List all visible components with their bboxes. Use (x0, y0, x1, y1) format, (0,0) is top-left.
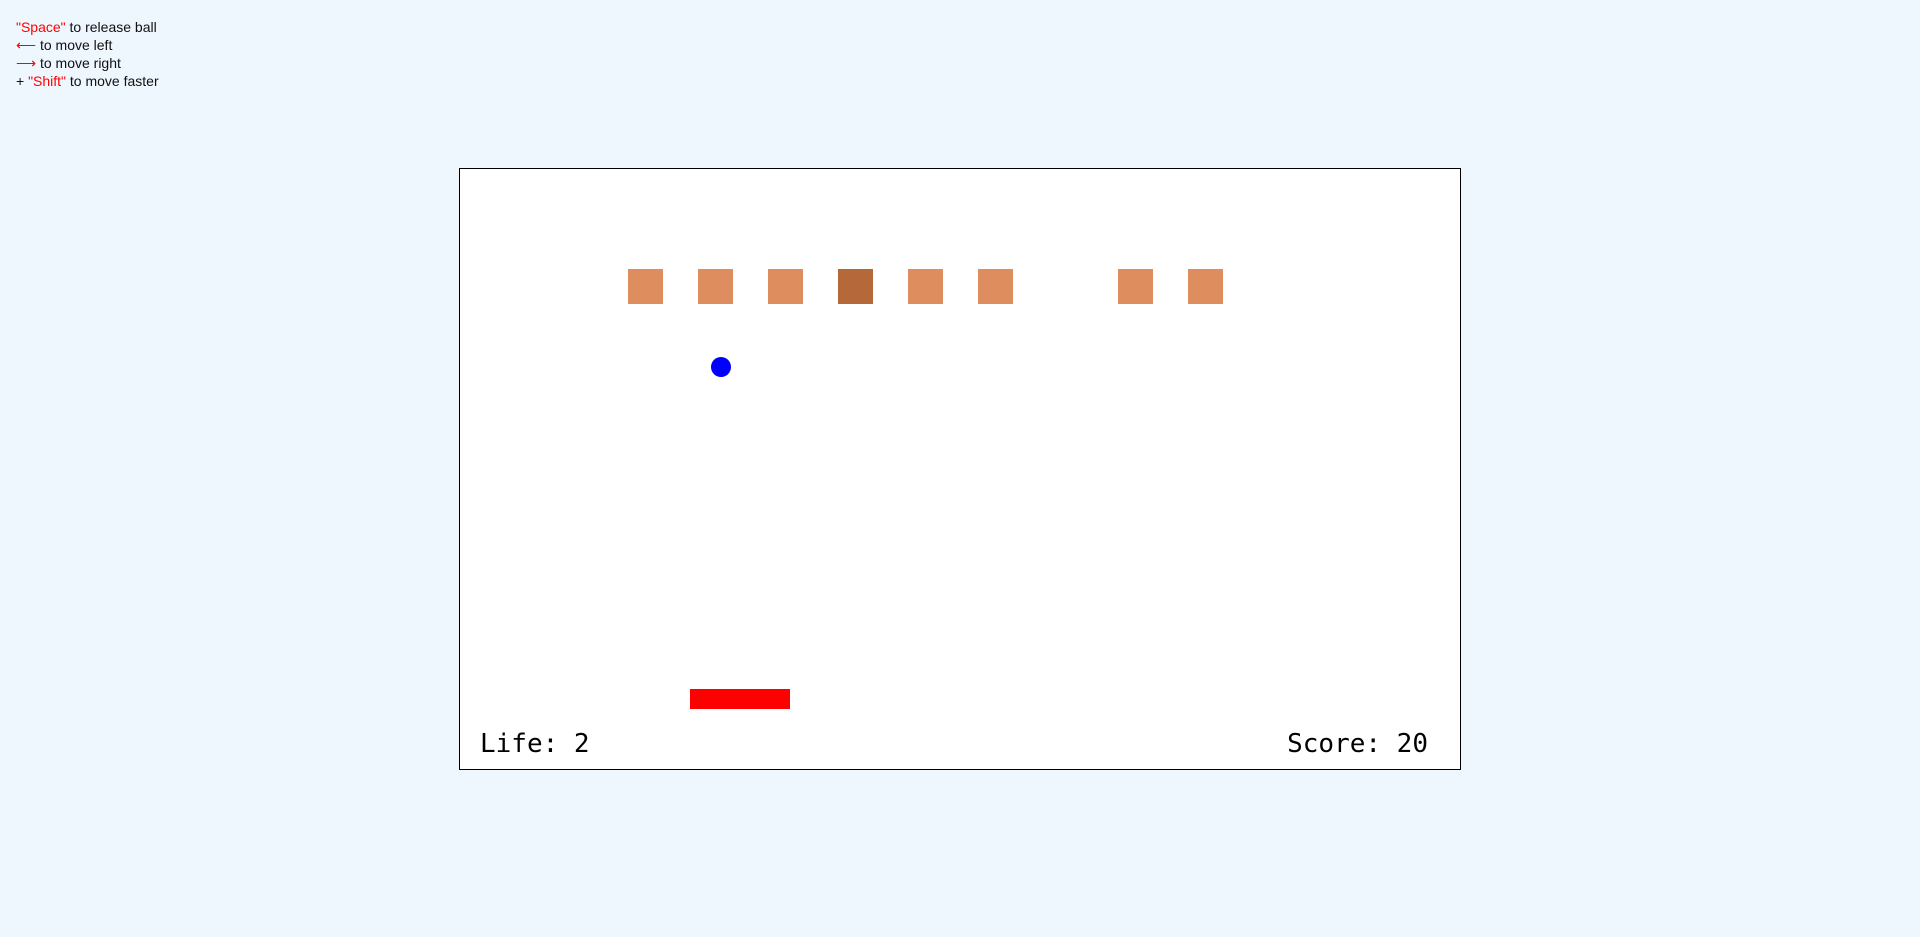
brick (628, 269, 663, 304)
shift-key-label: "Shift" (28, 73, 67, 89)
brick (698, 269, 733, 304)
controls-instructions: "Space" to release ball ⟵ to move left ⟶… (16, 18, 159, 90)
left-arrow-icon: ⟵ (16, 37, 37, 53)
right-arrow-icon: ⟶ (16, 55, 37, 71)
instruction-text: to move faster (66, 73, 159, 89)
brick-damaged (838, 269, 873, 304)
brick (768, 269, 803, 304)
instruction-move-faster: + "Shift" to move faster (16, 72, 159, 90)
paddle[interactable] (690, 689, 790, 709)
instruction-move-left: ⟵ to move left (16, 36, 159, 54)
brick (978, 269, 1013, 304)
game-board[interactable]: Life: 2 Score: 20 (459, 168, 1461, 770)
brick (908, 269, 943, 304)
instruction-release-ball: "Space" to release ball (16, 18, 159, 36)
ball (711, 357, 731, 377)
instruction-text: to move left (36, 37, 113, 53)
brick (1118, 269, 1153, 304)
instruction-move-right: ⟶ to move right (16, 54, 159, 72)
score-counter: Score: 20 (1287, 729, 1428, 759)
instruction-text: to move right (36, 55, 121, 71)
brick (1188, 269, 1223, 304)
instruction-text: to release ball (65, 19, 157, 35)
space-key-label: "Space" (16, 19, 66, 35)
life-counter: Life: 2 (480, 729, 590, 759)
instruction-prefix: + (16, 73, 29, 89)
